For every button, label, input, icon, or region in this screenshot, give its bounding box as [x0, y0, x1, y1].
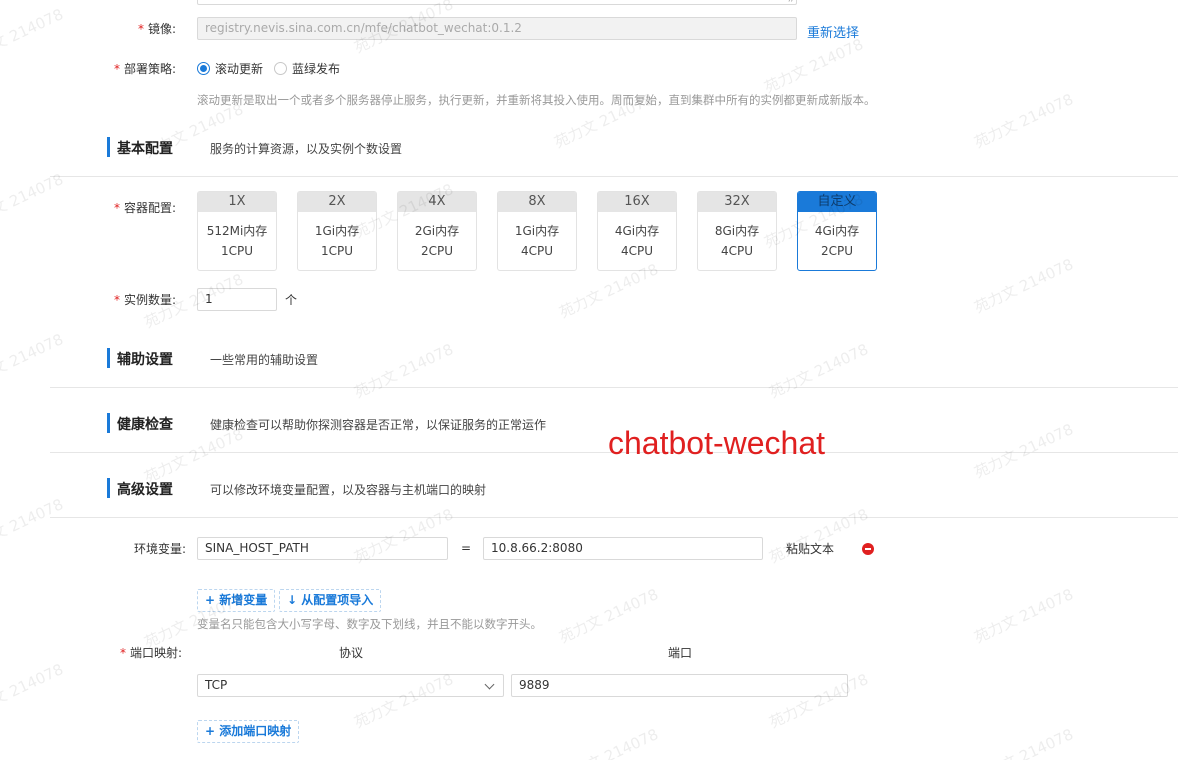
port-mapping-label: * 端口映射:: [120, 646, 183, 660]
spec-card-name: 自定义: [798, 192, 876, 212]
spec-card-name: 4X: [398, 192, 476, 212]
section-marker: [107, 478, 110, 498]
spec-card-4x[interactable]: 4X 2Gi内存 2CPU: [397, 191, 477, 271]
spec-card-memory: 2Gi内存: [414, 224, 460, 238]
spec-card-cpu: 1CPU: [220, 244, 254, 258]
watermark: 苑力文 214078: [766, 505, 872, 567]
env-vars-hint: 变量名只能包含大小写字母、数字及下划线，并且不能以数字开头。: [197, 617, 542, 631]
reselect-link[interactable]: 重新选择: [807, 22, 859, 41]
add-variable-button[interactable]: + 新增变量: [197, 589, 276, 612]
spec-card-cpu: 4CPU: [720, 244, 754, 258]
instance-count-unit: 个: [285, 293, 298, 307]
watermark: 苑力文 214078: [761, 35, 867, 97]
section-desc-aux: 一些常用的辅助设置: [210, 353, 319, 367]
spec-card-name: 1X: [198, 192, 276, 212]
section-title-aux[interactable]: 辅助设置: [117, 349, 173, 369]
watermark: 苑力文 214078: [0, 660, 67, 722]
spec-card-cpu: 4CPU: [520, 244, 554, 258]
spec-card-8x[interactable]: 8X 1Gi内存 4CPU: [497, 191, 577, 271]
add-port-mapping-button[interactable]: + 添加端口映射: [197, 720, 300, 743]
spec-card-2x[interactable]: 2X 1Gi内存 1CPU: [297, 191, 377, 271]
container-config-label: * 容器配置:: [114, 201, 177, 215]
radio-checked-icon[interactable]: [197, 62, 210, 75]
watermark: 苑力文 214078: [556, 725, 662, 760]
section-title-basic: 基本配置: [117, 141, 173, 157]
watermark: 苑力文 214078: [971, 255, 1077, 317]
image-input: registry.nevis.sina.com.cn/mfe/chatbot_w…: [197, 17, 797, 40]
spec-card-cpu: 2CPU: [820, 244, 854, 258]
watermark: 苑力文 214078: [0, 170, 67, 232]
spec-card-name: 16X: [598, 192, 676, 212]
spec-card-memory: 4Gi内存: [814, 224, 860, 238]
watermark: 苑力文 214078: [971, 725, 1077, 760]
env-equals-sign: =: [461, 541, 472, 555]
spec-card-memory: 1Gi内存: [314, 224, 360, 238]
spec-card-memory: 1Gi内存: [514, 224, 560, 238]
resize-handle-icon[interactable]: //: [789, 0, 794, 3]
watermark: 苑力文 214078: [971, 90, 1077, 152]
paste-text-link[interactable]: 粘贴文本: [786, 540, 834, 557]
spec-card-cpu: 2CPU: [420, 244, 454, 258]
import-from-config-button[interactable]: ↓ 从配置项导入: [279, 589, 382, 612]
watermark: 苑力文 214078: [0, 330, 67, 392]
spec-card-16x[interactable]: 16X 4Gi内存 4CPU: [597, 191, 677, 271]
section-title-advanced[interactable]: 高级设置: [117, 479, 173, 499]
watermark: 苑力文 214078: [0, 495, 67, 557]
section-marker: [107, 137, 110, 157]
spec-card-1x[interactable]: 1X 512Mi内存 1CPU: [197, 191, 277, 271]
radio-label: 蓝绿发布: [292, 62, 341, 76]
section-marker: [107, 348, 110, 368]
section-desc-advanced: 可以修改环境变量配置，以及容器与主机端口的映射: [210, 483, 487, 497]
spec-card-memory: 512Mi内存: [206, 224, 268, 238]
spec-card-32x[interactable]: 32X 8Gi内存 4CPU: [697, 191, 777, 271]
radio-unchecked-icon[interactable]: [274, 62, 287, 75]
watermark: 苑力文 214078: [766, 340, 872, 402]
watermark: 苑力文 214078: [351, 340, 457, 402]
instance-count-input[interactable]: 1: [197, 288, 277, 311]
spec-card-name: 2X: [298, 192, 376, 212]
divider: [50, 517, 1178, 518]
textarea-bottom-edge[interactable]: //: [197, 0, 797, 5]
deploy-strategy-hint: 滚动更新是取出一个或者多个服务器停止服务，执行更新，并重新将其投入使用。周而复始…: [197, 93, 876, 107]
spec-card-cpu: 4CPU: [620, 244, 654, 258]
image-label: * 镜像:: [138, 22, 177, 36]
protocol-column-header: 协议: [339, 646, 364, 660]
chevron-down-icon[interactable]: [484, 679, 495, 690]
section-desc-health: 健康检查可以帮助你探测容器是否正常，以保证服务的正常运作: [210, 418, 547, 432]
section-marker: [107, 413, 110, 433]
env-value-input[interactable]: 10.8.66.2:8080: [483, 537, 763, 560]
radio-label: 滚动更新: [215, 62, 264, 76]
deploy-strategy-label: * 部署策略:: [114, 62, 177, 76]
section-desc-basic: 服务的计算资源，以及实例个数设置: [210, 142, 403, 156]
port-column-header: 端口: [668, 646, 693, 660]
protocol-select[interactable]: TCP: [197, 674, 504, 697]
remove-circle-icon[interactable]: [862, 543, 874, 555]
protocol-select-value: TCP: [205, 678, 228, 692]
radio-rolling-update[interactable]: 滚动更新: [197, 60, 263, 77]
instance-count-label: * 实例数量:: [114, 293, 177, 307]
divider: [50, 387, 1178, 388]
overlay-app-label: chatbot-wechat: [608, 425, 826, 461]
spec-card-cpu: 1CPU: [320, 244, 354, 258]
spec-card-name: 32X: [698, 192, 776, 212]
spec-card-custom[interactable]: 自定义 4Gi内存 2CPU: [797, 191, 877, 271]
spec-card-memory: 4Gi内存: [614, 224, 660, 238]
env-vars-label: 环境变量:: [134, 542, 187, 556]
spec-card-memory: 8Gi内存: [714, 224, 760, 238]
watermark: 苑力文 214078: [971, 420, 1077, 482]
watermark: 苑力文 214078: [971, 585, 1077, 647]
divider: [50, 176, 1178, 177]
section-title-health[interactable]: 健康检查: [117, 414, 173, 434]
env-key-input[interactable]: SINA_HOST_PATH: [197, 537, 448, 560]
watermark: 苑力文 214078: [556, 585, 662, 647]
port-input[interactable]: 9889: [511, 674, 848, 697]
radio-blue-green[interactable]: 蓝绿发布: [274, 60, 340, 77]
watermark: 苑力文 214078: [0, 5, 67, 67]
spec-card-name: 8X: [498, 192, 576, 212]
